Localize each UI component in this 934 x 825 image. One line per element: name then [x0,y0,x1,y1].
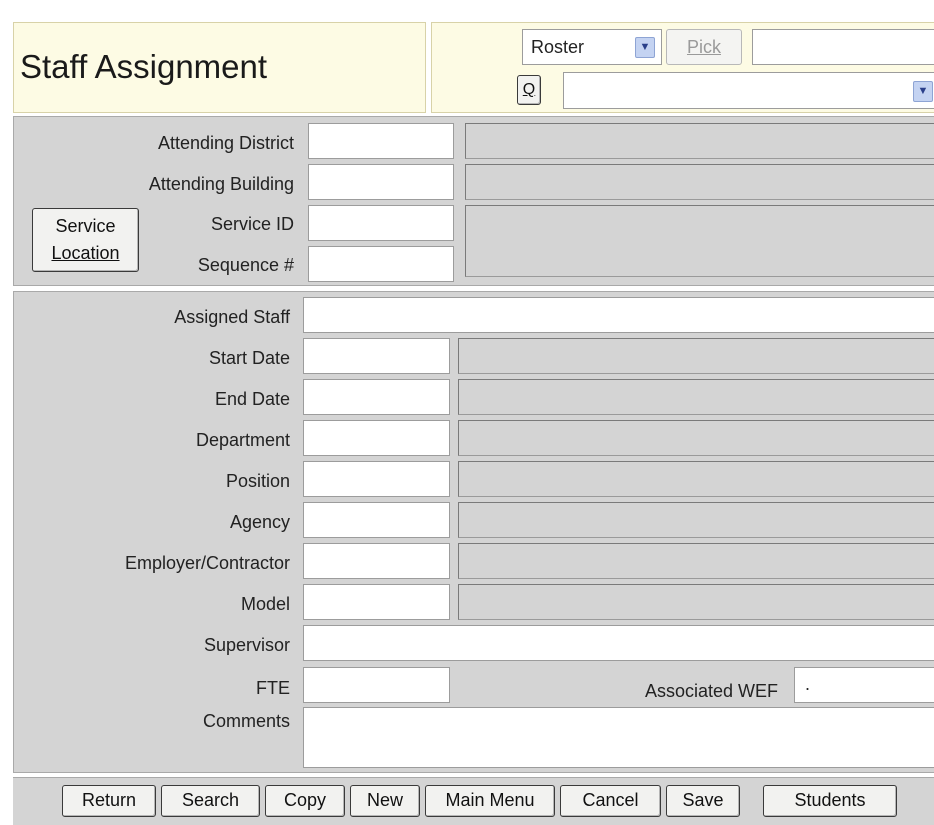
service-location-button[interactable]: Service Location [32,208,139,272]
q-button[interactable]: Q [517,75,541,105]
supervisor-input[interactable] [303,625,934,661]
department-label: Department [195,430,290,450]
employer-contractor-input[interactable] [303,543,450,579]
service-location-button-line1: Service [55,216,116,236]
search-button-label: Search [181,790,240,810]
main-menu-button[interactable]: Main Menu [425,785,555,817]
page-title: Staff Assignment [20,48,268,85]
return-button[interactable]: Return [62,785,156,817]
start-date-input[interactable] [303,338,450,374]
model-input[interactable] [303,584,450,620]
attending-district-description [465,123,934,159]
cancel-button[interactable]: Cancel [560,785,661,817]
end-date-input[interactable] [303,379,450,415]
comments-textarea[interactable] [303,707,934,768]
pick-button[interactable]: Pick [666,29,742,65]
start-date-description [458,338,934,374]
agency-label: Agency [229,512,290,532]
end-date-label: End Date [214,389,290,409]
roster-select[interactable]: Roster ▼ [522,29,662,65]
employer-contractor-label: Employer/Contractor [124,553,290,573]
position-description [458,461,934,497]
copy-button-label: Copy [283,790,327,810]
sequence-input[interactable] [308,246,454,282]
department-description [458,420,934,456]
new-button-label: New [366,790,403,810]
sequence-label: Sequence # [197,255,294,275]
fte-input[interactable] [303,667,450,703]
service-location-button-line2: Location [51,243,120,263]
main-menu-button-label: Main Menu [445,790,535,810]
service-id-label: Service ID [210,214,294,234]
model-label: Model [240,594,290,614]
attending-building-input[interactable] [308,164,454,200]
department-input[interactable] [303,420,450,456]
assigned-staff-input[interactable] [303,297,934,333]
service-description [465,205,934,277]
new-button[interactable]: New [350,785,420,817]
employer-contractor-description [458,543,934,579]
search-button[interactable]: Search [161,785,260,817]
agency-input[interactable] [303,502,450,538]
position-input[interactable] [303,461,450,497]
fte-label: FTE [256,678,290,698]
save-button[interactable]: Save [666,785,740,817]
assigned-staff-label: Assigned Staff [174,307,290,327]
copy-button[interactable]: Copy [265,785,345,817]
attending-district-label: Attending District [157,133,294,153]
chevron-down-icon: ▼ [913,81,933,102]
comments-label: Comments [202,711,290,731]
attending-building-label: Attending Building [148,174,294,194]
students-button-label: Students [794,790,866,810]
service-id-input[interactable] [308,205,454,241]
attending-district-input[interactable] [308,123,454,159]
save-button-label: Save [682,790,724,810]
q-button-label: Q [522,81,536,98]
attending-building-description [465,164,934,200]
supervisor-label: Supervisor [203,635,290,655]
chevron-down-icon: ▼ [635,37,655,58]
roster-select-value: Roster [531,37,585,57]
associated-wef-label: Associated WEF [644,681,778,701]
associated-wef-value: . [805,674,811,694]
start-date-label: Start Date [208,348,290,368]
students-button[interactable]: Students [763,785,897,817]
associated-wef-input[interactable]: . [794,667,934,703]
cancel-button-label: Cancel [582,790,639,810]
return-button-label: Return [81,790,137,810]
end-date-description [458,379,934,415]
pick-input[interactable] [752,29,934,65]
query-select[interactable]: ▼ [563,72,934,109]
position-label: Position [225,471,290,491]
pick-button-label: Pick [686,37,721,57]
model-description [458,584,934,620]
agency-description [458,502,934,538]
